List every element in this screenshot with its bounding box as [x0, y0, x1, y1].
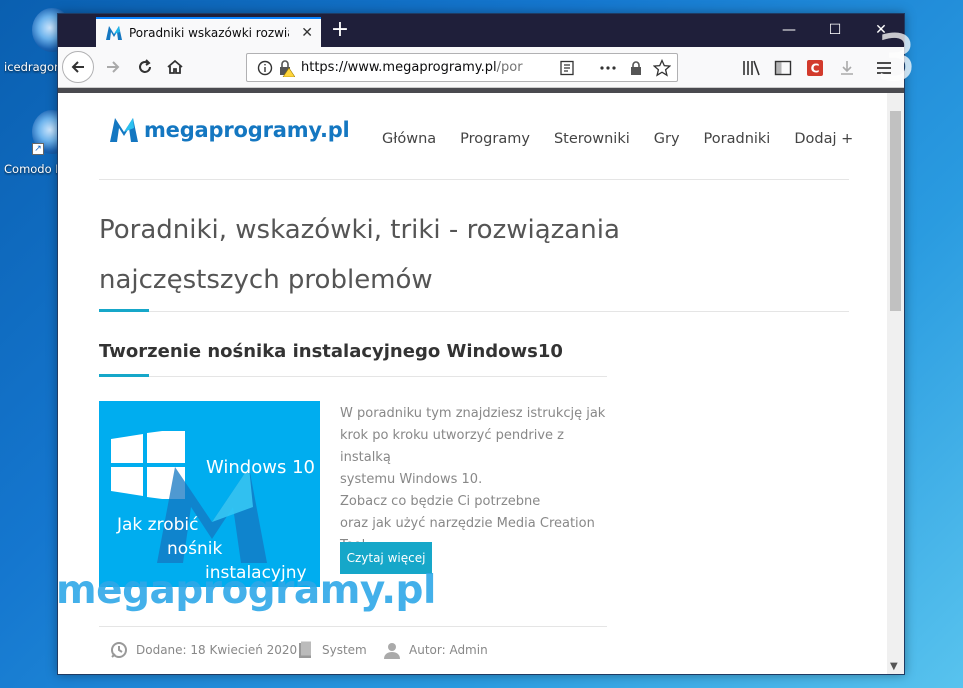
excerpt-line: W poradniku tym znajdziesz istrukcję jak — [340, 406, 606, 421]
reader-view-icon[interactable] — [559, 60, 575, 76]
post-title-accent-bar — [99, 374, 149, 377]
extension-c-icon[interactable]: C — [806, 59, 824, 77]
title-accent-bar — [99, 309, 149, 312]
nav-item-sterowniki[interactable]: Sterowniki — [554, 131, 630, 147]
post-category[interactable]: System — [296, 641, 367, 659]
category-document-icon — [299, 641, 311, 658]
lock-warning-icon[interactable] — [277, 59, 295, 77]
header-divider — [99, 179, 849, 180]
maximize-button[interactable]: ☐ — [812, 14, 858, 47]
thumbnail-text-line: nośnik — [167, 539, 223, 559]
library-icon[interactable] — [742, 60, 760, 76]
scrollbar-thumb[interactable] — [890, 111, 901, 311]
sidebar-icon[interactable] — [774, 60, 792, 76]
post-date-text: Dodane: 18 Kwiecień 2020 — [136, 643, 298, 657]
forward-arrow-icon — [107, 61, 120, 73]
thumbnail-windows-text: Windows 10 — [206, 457, 315, 478]
meta-divider — [99, 626, 607, 627]
forward-button[interactable] — [98, 52, 128, 82]
author-user-icon — [384, 643, 400, 659]
date-clock-icon — [111, 642, 127, 658]
page-actions-icon[interactable] — [599, 60, 617, 76]
url-main: https://www.megaprogramy.pl — [301, 60, 497, 75]
post-title[interactable]: Tworzenie nośnika instalacyjnego Windows… — [99, 341, 563, 362]
nav-item-programy[interactable]: Programy — [460, 131, 530, 147]
main-navigation: Główna Programy Sterowniki Gry Poradniki… — [382, 131, 853, 147]
bookmark-star-icon[interactable] — [653, 59, 671, 77]
minimize-button[interactable]: — — [766, 14, 812, 47]
post-category-text: System — [322, 643, 367, 657]
back-button[interactable] — [62, 51, 94, 83]
corner-number-overlay: 3 — [876, 22, 917, 96]
tab-close-icon[interactable]: ✕ — [301, 25, 313, 41]
svg-text:C: C — [811, 62, 820, 76]
site-logo[interactable]: megaprogramy.pl — [110, 118, 350, 142]
back-arrow-icon — [71, 61, 84, 73]
url-rest: /porad — [496, 60, 523, 75]
desktop-icon-label: icedragon — [4, 60, 58, 74]
url-bar[interactable]: https://www.megaprogramy.pl/porad — [246, 53, 678, 82]
post-thumbnail[interactable]: Windows 10 Jak zrobić nośnik instalacyjn… — [99, 401, 320, 587]
reload-button[interactable] — [130, 52, 160, 82]
excerpt-line: krok po kroku utworzyć pendrive z instal… — [340, 428, 564, 465]
post-author-text: Autor: Admin — [409, 643, 488, 657]
browser-tab[interactable]: Poradniki wskazówki rozwiązan ✕ — [96, 17, 321, 47]
home-icon — [167, 59, 183, 74]
post-author: Autor: Admin — [383, 641, 488, 659]
logo-text: megaprogramy.pl — [144, 118, 350, 142]
excerpt-line: oraz jak użyć narzędzie Media Creation — [340, 516, 595, 531]
vertical-scrollbar[interactable]: ▼ — [887, 93, 904, 674]
shortcut-arrow-icon: ↗ — [32, 143, 44, 155]
title-divider — [99, 311, 849, 312]
info-icon[interactable] — [257, 60, 273, 76]
url-text: https://www.megaprogramy.pl/porad — [301, 60, 523, 75]
watermark-text: megaprogramy.pl — [56, 568, 436, 613]
post-title-divider — [99, 376, 607, 377]
home-button[interactable] — [160, 52, 190, 82]
post-date: Dodane: 18 Kwiecień 2020 — [110, 641, 297, 659]
padlock-icon[interactable] — [629, 60, 643, 76]
excerpt-line: systemu Windows 10. — [340, 472, 483, 487]
new-tab-button[interactable]: + — [328, 18, 352, 42]
nav-item-glowna[interactable]: Główna — [382, 131, 436, 147]
desktop-icon-label: Comodo D — [4, 162, 58, 176]
page-title: Poradniki, wskazówki, triki - rozwiązani… — [99, 215, 620, 295]
reload-icon — [139, 59, 151, 73]
megaprogramy-logo-icon — [110, 118, 138, 142]
nav-item-gry[interactable]: Gry — [654, 131, 680, 147]
excerpt-line: Zobacz co będzie Ci potrzebne — [340, 494, 541, 509]
post-excerpt: W poradniku tym znajdziesz istrukcję jak… — [340, 403, 610, 557]
scroll-down-arrow-icon[interactable]: ▼ — [890, 661, 898, 672]
tab-title: Poradniki wskazówki rozwiązan — [129, 26, 289, 40]
nav-item-poradniki[interactable]: Poradniki — [704, 131, 771, 147]
thumbnail-text-line: Jak zrobić — [117, 515, 199, 535]
navigation-toolbar: https://www.megaprogramy.pl/porad C — [58, 47, 904, 88]
download-icon[interactable] — [838, 59, 856, 77]
nav-item-dodaj[interactable]: Dodaj + — [794, 131, 853, 147]
megaprogramy-favicon-icon — [106, 26, 122, 40]
title-bar: Poradniki wskazówki rozwiązan ✕ + — ☐ ✕ — [58, 14, 904, 47]
